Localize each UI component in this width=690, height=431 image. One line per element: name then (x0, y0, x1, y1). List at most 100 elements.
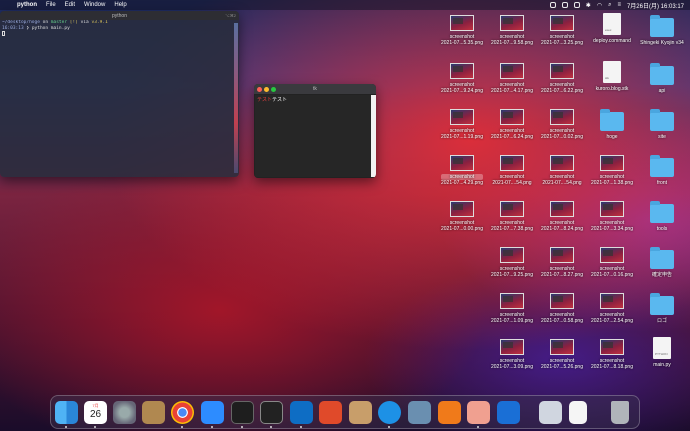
screenshot-file[interactable]: screenshot 2021-07...9.24.png (437, 60, 487, 94)
tk-window[interactable]: tk テストテスト (254, 84, 376, 178)
menu-window[interactable]: Window (84, 2, 105, 8)
folder-item[interactable]: tools (637, 198, 687, 232)
minimize-button[interactable] (264, 87, 269, 92)
screenshot-file[interactable]: screenshot 2021-07...1.09.png (487, 290, 537, 324)
screenshot-file[interactable]: screenshot 2021-07...4.29.png (437, 152, 487, 186)
vscode-icon[interactable] (290, 401, 313, 424)
document-item[interactable]: PYTHON main.py (637, 336, 687, 368)
image-thumbnail (500, 293, 524, 309)
screenshot-file[interactable]: screenshot 2021-07...7.38.png (487, 198, 537, 232)
screenshot-file[interactable]: screenshot 2021-07...3.34.png (587, 198, 637, 232)
screenshot-file[interactable]: screenshot 2021-07...2.54.png (587, 290, 637, 324)
folder-item[interactable]: front (637, 152, 687, 186)
terminal-scrollbar[interactable] (234, 23, 238, 173)
activity-icon[interactable] (319, 401, 342, 424)
file-label-line2: 2021-07....54.png (542, 180, 582, 186)
menu-file[interactable]: File (46, 2, 56, 8)
file-label: screenshot 2021-07...0.16.png (591, 266, 633, 278)
screenshot-file[interactable]: screenshot 2021-07...0.58.png (537, 290, 587, 324)
wifi-icon[interactable]: ◠ (597, 2, 602, 9)
sourcetree-icon[interactable] (438, 401, 461, 424)
vpn-icon[interactable] (497, 401, 520, 424)
status-menu-icon[interactable] (573, 2, 580, 8)
prompt-branch: master (50, 20, 68, 25)
system-preferences-icon[interactable] (113, 401, 136, 424)
screenshot-file[interactable]: screenshot 2021-07....54.png (487, 152, 537, 186)
close-button[interactable] (257, 87, 262, 92)
zoom-icon[interactable] (201, 401, 224, 424)
screenshot-file[interactable]: screenshot 2021-07...5.26.png (537, 336, 587, 370)
terminal-icon[interactable] (260, 401, 283, 424)
disk-utility-icon[interactable] (408, 401, 431, 424)
image-thumbnail (600, 293, 624, 309)
docker-icon[interactable] (378, 401, 401, 424)
menu-help[interactable]: Help (114, 2, 126, 8)
terminal-cursor (2, 31, 5, 36)
search-icon[interactable]: ⌕ (608, 2, 611, 9)
file-label: hoge (606, 134, 618, 140)
image-thumbnail (600, 339, 624, 355)
screenshot-file[interactable]: screenshot 2021-07...8.27.png (537, 244, 587, 278)
folder-item[interactable]: 確定申告 (637, 244, 687, 278)
tk-titlebar[interactable]: tk (254, 84, 376, 94)
menu-app-python[interactable]: python (17, 2, 37, 8)
folder-item[interactable]: ロゴ (637, 290, 687, 324)
image-thumbnail (500, 201, 524, 217)
tk-text-selected: テスト (257, 97, 273, 103)
screenshot-file[interactable]: screenshot 2021-07...3.25.png (537, 12, 587, 46)
terminal-titlebar[interactable]: python ⌥⌘2 (0, 11, 239, 20)
screenshot-file[interactable]: screenshot 2021-07...0.00.png (437, 198, 487, 232)
terminal-window[interactable]: python ⌥⌘2 ~/desktop/hoge on master [!] … (0, 11, 239, 177)
prompt-via: via (80, 20, 89, 25)
screenshot-stack-icon[interactable] (539, 401, 562, 424)
prompt-version: v3.9.1 (91, 20, 108, 25)
clock[interactable]: 7月26日(月) 16:03:17 (627, 1, 684, 10)
document-item[interactable]: exec deploy.command (587, 12, 637, 44)
status-menu-icon[interactable] (561, 2, 568, 8)
tool-icon[interactable] (349, 401, 372, 424)
file-label-line2: 2021-07...9.58.png (491, 40, 533, 46)
file-label: ロゴ (656, 318, 667, 324)
file-label-line2: 2021-07...1.38.png (591, 180, 633, 186)
screenshot-file[interactable]: screenshot 2021-07...4.17.png (487, 60, 537, 94)
folder-item[interactable]: hoge (587, 106, 637, 140)
menu-edit[interactable]: Edit (65, 2, 75, 8)
zoom-button[interactable] (271, 87, 276, 92)
bluetooth-icon[interactable]: ✱ (586, 2, 591, 9)
file-type-tag: PYTHON (655, 352, 668, 356)
screenshot-file[interactable]: screenshot 2021-07...1.38.png (587, 152, 637, 186)
archive-utility-icon[interactable] (142, 401, 165, 424)
folder-item[interactable]: api (637, 60, 687, 94)
screenshot-file[interactable]: screenshot 2021-07....54.png (537, 152, 587, 186)
control-center-icon[interactable]: ≡ (617, 2, 621, 8)
document-stack-icon[interactable] (569, 401, 587, 424)
screenshot-file[interactable]: screenshot 2021-07...5.35.png (437, 12, 487, 46)
terminal-icon[interactable] (231, 401, 254, 424)
folder-icon (650, 201, 674, 223)
chrome-icon[interactable] (171, 401, 194, 424)
folder-item[interactable]: Shingeki Kyojin v34 (637, 12, 687, 46)
tk-title: tk (313, 86, 317, 92)
file-label-line2: 2021-07...9.25.png (491, 272, 533, 278)
folder-item[interactable]: site (637, 106, 687, 140)
screenshot-file[interactable]: screenshot 2021-07...0.16.png (587, 244, 637, 278)
screenshot-file[interactable]: screenshot 2021-07...9.25.png (487, 244, 537, 278)
file-label: screenshot 2021-07...0.58.png (541, 312, 583, 324)
trash-icon[interactable] (611, 401, 629, 424)
screenshot-file[interactable]: screenshot 2021-07...9.58.png (487, 12, 537, 46)
calendar-icon[interactable]: 7月 26 (84, 401, 107, 424)
tk-scrollbar[interactable] (371, 95, 376, 177)
screenshot-file[interactable]: screenshot 2021-07...1.19.png (437, 106, 487, 140)
screenshot-file[interactable]: screenshot 2021-07...6.22.png (537, 60, 587, 94)
screenshot-file[interactable]: screenshot 2021-07...8.18.png (587, 336, 637, 370)
status-menu-icon[interactable] (549, 2, 556, 8)
screenshot-file[interactable]: screenshot 2021-07...6.24.png (487, 106, 537, 140)
tk-text-area[interactable]: テストテスト (255, 95, 371, 177)
screenshot-file[interactable]: screenshot 2021-07...3.09.png (487, 336, 537, 370)
screenshot-file[interactable]: screenshot 2021-07...8.24.png (537, 198, 587, 232)
preview-icon[interactable] (467, 401, 490, 424)
file-label: screenshot 2021-07...9.25.png (491, 266, 533, 278)
document-item[interactable]: stk kuroro.blog.stk (587, 60, 637, 92)
screenshot-file[interactable]: screenshot 2021-07...0.02.png (537, 106, 587, 140)
finder-icon[interactable] (55, 401, 78, 424)
